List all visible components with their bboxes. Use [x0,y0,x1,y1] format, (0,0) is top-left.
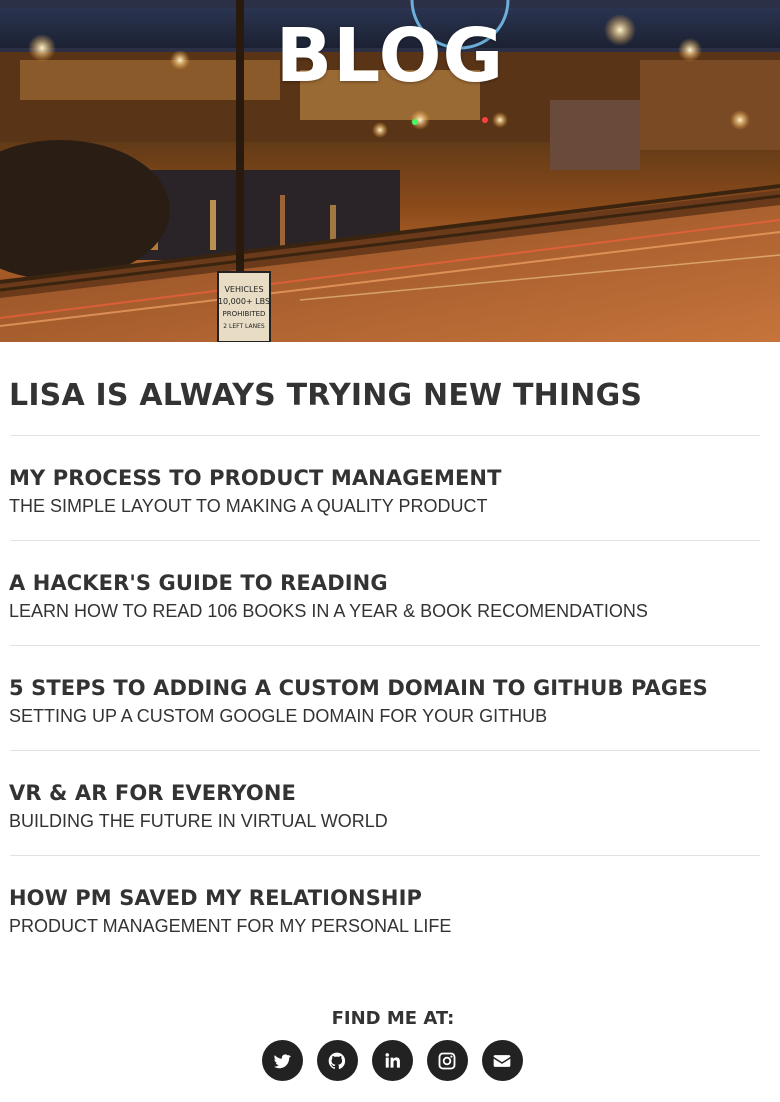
page-tagline: LISA IS ALWAYS TRYING NEW THINGS [9,378,643,413]
main-content: LISA IS ALWAYS TRYING NEW THINGS MY PROC… [0,378,780,937]
find-me-label: FIND ME AT: [331,1008,455,1029]
social-links [0,1040,780,1081]
post-item[interactable]: 5 STEPS TO ADDING A CUSTOM DOMAIN TO GIT… [9,646,760,750]
post-subtitle: THE SIMPLE LAYOUT TO MAKING A QUALITY PR… [9,496,488,516]
twitter-link[interactable] [261,1040,303,1081]
post-item[interactable]: VR & AR FOR EVERYONE BUILDING THE FUTURE… [9,751,760,855]
instagram-link[interactable] [426,1040,468,1081]
post-item[interactable]: A HACKER'S GUIDE TO READING LEARN HOW TO… [9,541,760,645]
instagram-icon [438,1052,456,1069]
sign-line-3: PROHIBITED [223,310,266,318]
footer: FIND ME AT: [0,1006,780,1081]
twitter-icon [273,1053,291,1068]
post-item[interactable]: HOW PM SAVED MY RELATIONSHIP PRODUCT MAN… [9,856,760,937]
linkedin-icon [385,1052,400,1068]
linkedin-link[interactable] [371,1040,413,1081]
sign-line-4: 2 LEFT LANES [223,323,265,330]
post-subtitle: SETTING UP A CUSTOM GOOGLE DOMAIN FOR YO… [9,706,548,726]
envelope-icon [493,1054,511,1067]
post-title[interactable]: VR & AR FOR EVERYONE [9,780,760,806]
post-title[interactable]: MY PROCESS TO PRODUCT MANAGEMENT [9,465,760,491]
email-link[interactable] [481,1040,523,1081]
post-subtitle: BUILDING THE FUTURE IN VIRTUAL WORLD [9,811,388,831]
post-subtitle: PRODUCT MANAGEMENT FOR MY PERSONAL LIFE [9,916,452,936]
post-title[interactable]: HOW PM SAVED MY RELATIONSHIP [9,885,760,911]
post-title[interactable]: A HACKER'S GUIDE TO READING [9,570,760,596]
hero-banner: VEHICLES 10,000+ LBS PROHIBITED 2 LEFT L… [0,0,780,342]
github-icon [328,1052,346,1069]
hero-title: BLOG [275,13,505,99]
github-link[interactable] [316,1040,358,1081]
post-title[interactable]: 5 STEPS TO ADDING A CUSTOM DOMAIN TO GIT… [9,675,760,701]
post-subtitle: LEARN HOW TO READ 106 BOOKS IN A YEAR & … [9,601,648,621]
post-item[interactable]: MY PROCESS TO PRODUCT MANAGEMENT THE SIM… [9,436,760,540]
sign-line-1: VEHICLES [224,285,263,294]
sign-line-2: 10,000+ LBS [218,297,270,306]
